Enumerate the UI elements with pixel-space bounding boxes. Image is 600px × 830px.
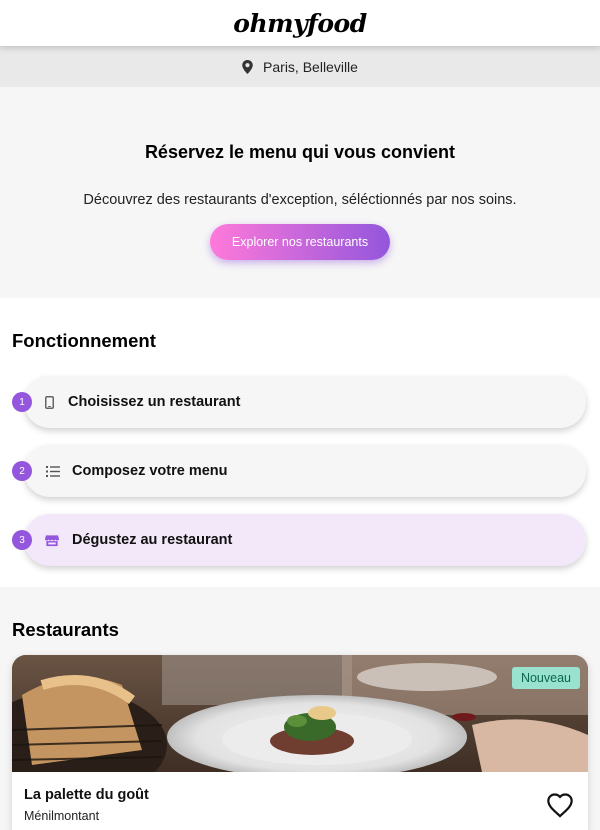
step-label: Composez votre menu: [72, 463, 228, 479]
logo[interactable]: ohmyfood: [233, 9, 367, 38]
restaurants-section: Restaurants Nouveau La palette du goût M…: [0, 587, 600, 830]
restaurant-photo: Nouveau: [12, 655, 588, 772]
new-badge: Nouveau: [511, 667, 580, 689]
location-text: Paris, Belleville: [263, 58, 358, 75]
restaurant-name: La palette du goût: [24, 787, 149, 803]
section-title: Fonctionnement: [12, 330, 156, 351]
header: ohmyfood: [0, 0, 600, 46]
phone-icon: [42, 395, 56, 409]
section-title: Restaurants: [12, 619, 119, 640]
heart-outline-icon[interactable]: [546, 792, 574, 818]
step-label: Dégustez au restaurant: [72, 532, 233, 548]
step-number: 3: [12, 530, 32, 550]
card-body: La palette du goût Ménilmontant: [12, 772, 588, 823]
step-2: 2 Composez votre menu: [12, 445, 588, 497]
step-label: Choisissez un restaurant: [68, 394, 241, 410]
explore-restaurants-button[interactable]: Explorer nos restaurants: [209, 224, 391, 260]
map-pin-icon: [242, 59, 253, 74]
restaurant-card[interactable]: Nouveau La palette du goût Ménilmontant: [12, 655, 588, 830]
step-3: 3 Dégustez au restaurant: [12, 514, 588, 566]
step-1: 1 Choisissez un restaurant: [12, 376, 588, 428]
how-it-works-section: Fonctionnement 1 Choisissez un restauran…: [0, 298, 600, 587]
steps-list: 1 Choisissez un restaurant 2 Composez vo…: [12, 376, 588, 566]
store-icon: [45, 533, 59, 547]
step-card[interactable]: Composez votre menu: [24, 445, 586, 497]
location-bar: Paris, Belleville: [0, 46, 600, 87]
hero-subtitle: Découvrez des restaurants d'exception, s…: [83, 192, 517, 208]
hero-section: Réservez le menu qui vous convient Décou…: [0, 87, 600, 298]
step-card[interactable]: Choisissez un restaurant: [24, 376, 586, 428]
list-icon: [46, 464, 60, 478]
step-card[interactable]: Dégustez au restaurant: [24, 514, 586, 566]
step-number: 1: [12, 392, 32, 412]
hero-title: Réservez le menu qui vous convient: [144, 142, 456, 162]
dish-photo-illustration: [12, 655, 588, 772]
step-number: 2: [12, 461, 32, 481]
restaurant-area: Ménilmontant: [24, 809, 100, 823]
